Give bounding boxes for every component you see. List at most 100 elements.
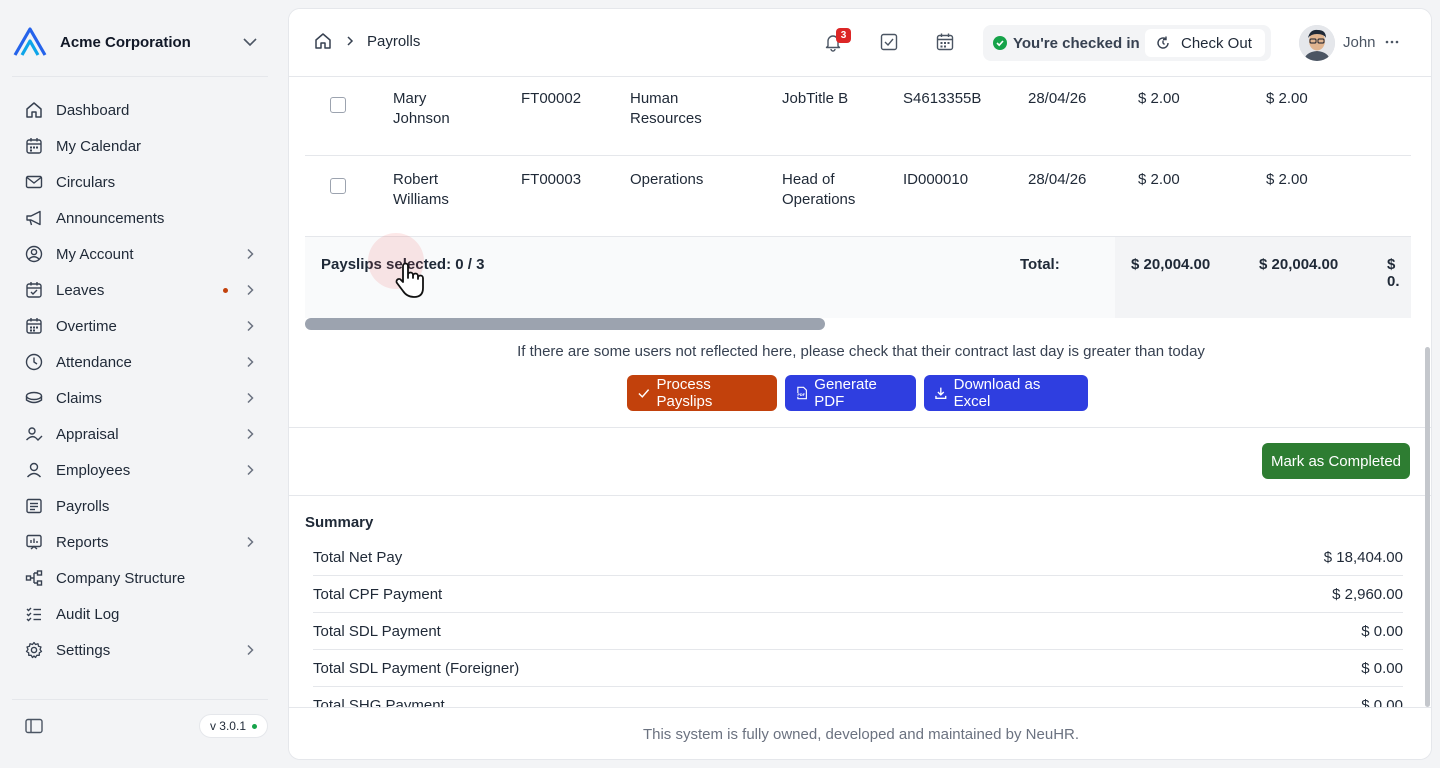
- sidebar-item-announcements[interactable]: Announcements: [12, 200, 268, 236]
- chevron-down-icon[interactable]: [240, 32, 260, 52]
- user-icon: [26, 462, 42, 478]
- chevron-right-icon[interactable]: [242, 282, 258, 298]
- cell-v2: $ 2.00: [1266, 171, 1308, 188]
- process-payslips-button[interactable]: Process Payslips: [627, 375, 777, 411]
- megaphone-icon: [26, 210, 41, 226]
- calendar-icon: [26, 138, 42, 154]
- horizontal-scrollbar[interactable]: [305, 318, 825, 330]
- chevron-right-icon[interactable]: [242, 426, 258, 442]
- calendar-clock-icon: [26, 318, 42, 334]
- calendar-icon[interactable]: [934, 31, 956, 53]
- sidebar-nav: Dashboard My Calendar Circulars Announcemen…: [12, 92, 268, 668]
- svg-text:PDF: PDF: [797, 393, 805, 397]
- sidebar-item-leaves[interactable]: Leaves: [12, 272, 268, 308]
- home-icon[interactable]: [313, 31, 333, 51]
- chevron-right-icon[interactable]: [242, 354, 258, 370]
- summary-row: Total SDL Payment (Foreigner) $ 0.00: [313, 650, 1403, 687]
- sidebar-item-attendance[interactable]: Attendance: [12, 344, 268, 380]
- sidebar-item-appraisal[interactable]: Appraisal: [12, 416, 268, 452]
- user-check-icon: [26, 427, 43, 441]
- sidebar-item-overtime[interactable]: Overtime: [12, 308, 268, 344]
- sidebar-item-label: Reports: [56, 533, 109, 551]
- summary-title: Summary: [305, 514, 374, 531]
- sidebar-item-claims[interactable]: Claims: [12, 380, 268, 416]
- checkin-status: You're checked in Check Out: [983, 25, 1271, 61]
- check-circle-icon: [993, 36, 1007, 50]
- hand-pointer-icon: [395, 262, 424, 298]
- sidebar-item-circulars[interactable]: Circulars: [12, 164, 268, 200]
- task-check-icon[interactable]: [878, 31, 900, 53]
- mark-as-completed-button[interactable]: Mark as Completed: [1262, 443, 1410, 479]
- refresh-clock-icon: [1157, 36, 1169, 49]
- check-out-button[interactable]: Check Out: [1145, 29, 1265, 57]
- chevron-right-icon[interactable]: [242, 318, 258, 334]
- more-horizontal-icon[interactable]: [1383, 33, 1401, 51]
- total-amount-2: $ 20,004.00: [1259, 256, 1339, 273]
- summary-value: $ 2,960.00: [1332, 585, 1403, 603]
- chevron-right-icon: [347, 36, 354, 46]
- avatar[interactable]: [1299, 25, 1335, 61]
- cell-title: Operations: [782, 191, 856, 208]
- row-checkbox[interactable]: [330, 178, 346, 194]
- cell-nric: ID000010: [903, 171, 969, 188]
- cell-date: 28/04/26: [1028, 90, 1087, 107]
- sidebar-divider: [12, 76, 268, 77]
- user-name[interactable]: John: [1343, 34, 1376, 51]
- download-excel-button[interactable]: Download as Excel: [924, 375, 1088, 411]
- mail-icon: [25, 175, 43, 189]
- cell-date: 28/04/26: [1028, 171, 1087, 188]
- generate-pdf-button[interactable]: PDF Generate PDF: [785, 375, 916, 411]
- sidebar-item-label: Settings: [56, 641, 111, 659]
- sidebar-item-label: Dashboard: [56, 101, 130, 119]
- chevron-right-icon[interactable]: [242, 534, 258, 550]
- chevron-right-icon[interactable]: [242, 390, 258, 406]
- total-amount-1: $ 20,004.00: [1131, 256, 1211, 273]
- row-checkbox[interactable]: [330, 97, 346, 113]
- online-dot: [252, 723, 257, 729]
- cell-name: Johnson: [393, 110, 450, 127]
- payroll-table: Robert Williams FT00003 Operations Head of Op…: [305, 77, 1411, 321]
- sidebar-item-label: Payrolls: [56, 497, 110, 515]
- users-note: If there are some users not reflected he…: [517, 343, 1205, 360]
- sidebar-item-audit-log[interactable]: Audit Log: [12, 596, 268, 632]
- sidebar-toggle-icon[interactable]: [24, 716, 44, 736]
- sidebar-item-payrolls[interactable]: Payrolls: [12, 488, 268, 524]
- sidebar-item-company-structure[interactable]: Company Structure: [12, 560, 268, 596]
- section-divider: [289, 495, 1431, 496]
- sidebar-item-employees[interactable]: Employees: [12, 452, 268, 488]
- summary-label: Total CPF Payment: [313, 585, 443, 603]
- sidebar-item-my-calendar[interactable]: My Calendar: [12, 128, 268, 164]
- process-payslips-label: Process Payslips: [656, 376, 713, 410]
- coins-icon: [25, 391, 43, 404]
- sidebar-item-label: Audit Log: [56, 605, 120, 623]
- sidebar-item-label: Company Structure: [56, 569, 186, 587]
- sidebar-item-my-account[interactable]: My Account: [12, 236, 268, 272]
- sidebar-divider: [12, 699, 268, 700]
- chevron-right-icon[interactable]: [242, 246, 258, 262]
- vertical-scrollbar[interactable]: [1425, 347, 1430, 707]
- summary-value: $ 18,404.00: [1323, 548, 1403, 566]
- sidebar-item-settings[interactable]: Settings: [12, 632, 268, 668]
- checklist-icon: [26, 607, 41, 622]
- breadcrumb-current[interactable]: Payrolls: [367, 33, 420, 50]
- sidebar-item-label: Overtime: [56, 317, 117, 335]
- table-row: Robert Williams FT00003 Operations Head of Op…: [305, 156, 1411, 237]
- user-circle-icon: [25, 245, 43, 263]
- total-label: Total:: [1020, 256, 1060, 273]
- cell-name: Robert: [393, 171, 439, 188]
- sidebar-footer: v 3.0.1: [12, 708, 268, 744]
- summary-row: Total CPF Payment $ 2,960.00: [313, 576, 1403, 613]
- chevron-right-icon[interactable]: [242, 462, 258, 478]
- sidebar-item-reports[interactable]: Reports: [12, 524, 268, 560]
- hierarchy-icon: [25, 570, 43, 586]
- chevron-right-icon[interactable]: [242, 642, 258, 658]
- summary-label: Total SDL Payment: [313, 622, 441, 640]
- table-row: Mary Johnson FT00002 Human Resources JobTitle…: [305, 77, 1411, 156]
- receipt-icon: [26, 498, 42, 514]
- top-bar: Payrolls 3 You're checked in Check Out J: [289, 9, 1431, 77]
- sidebar-item-dashboard[interactable]: Dashboard: [12, 92, 268, 128]
- company-switcher[interactable]: Acme Corporation: [12, 24, 268, 60]
- cell-id: FT00002: [521, 90, 582, 107]
- sidebar-item-label: Employees: [56, 461, 131, 479]
- company-logo-icon: [13, 27, 47, 56]
